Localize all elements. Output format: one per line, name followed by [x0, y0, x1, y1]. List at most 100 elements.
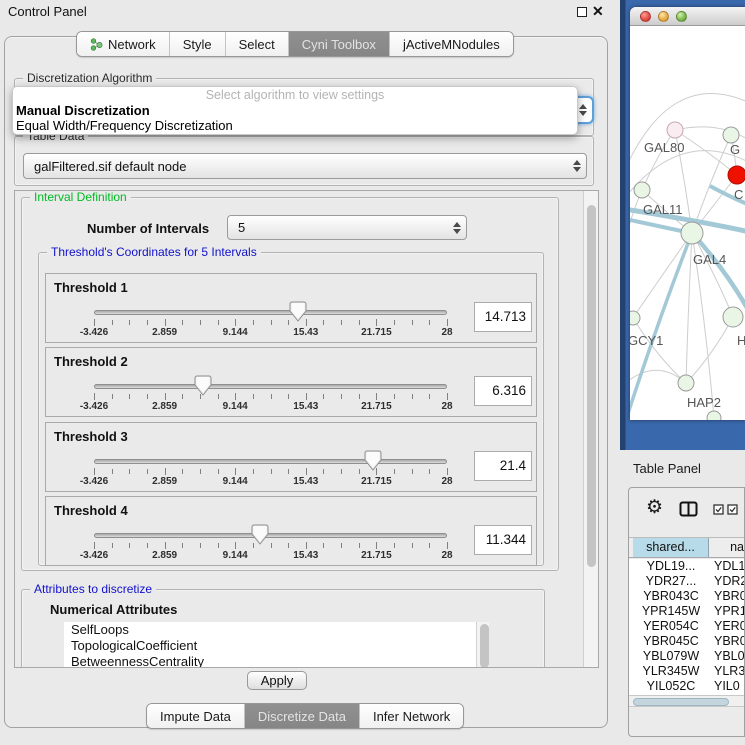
- tab-label: jActiveMNodules: [403, 37, 500, 52]
- threshold-label: Threshold 1: [54, 280, 128, 295]
- cell-shared-name: YBL079W: [633, 649, 709, 664]
- tick-label: 2.859: [152, 327, 177, 338]
- network-node[interactable]: [681, 222, 703, 244]
- tab-label: Select: [239, 37, 275, 52]
- network-window: GAL80GCGAL11GAL4GCY1HHAP2: [630, 7, 745, 420]
- table-row[interactable]: YDR27...YDR2: [629, 574, 744, 589]
- checkbox-icons[interactable]: [713, 504, 738, 515]
- table-row[interactable]: YPR145W YPR1: [629, 604, 744, 619]
- threshold-slider-track[interactable]: [94, 459, 447, 464]
- interval-definition-group: Interval Definition Number of Intervals …: [21, 197, 559, 571]
- table-row[interactable]: YIL052C YIL0: [629, 679, 744, 694]
- tab-discretize-data[interactable]: Discretize Data: [245, 704, 360, 728]
- tab-cyni-toolbox[interactable]: Cyni Toolbox: [289, 32, 390, 56]
- cell-shared-name: YBR043C: [633, 589, 709, 604]
- number-of-intervals-combobox[interactable]: 5: [227, 215, 467, 240]
- cell-shared-name: YLR345W: [633, 664, 709, 679]
- table-row[interactable]: YER054CYER0: [629, 619, 744, 634]
- network-node[interactable]: [678, 375, 694, 391]
- close-traffic-light-icon[interactable]: [640, 11, 651, 22]
- tick-label: 15.43: [293, 327, 318, 338]
- table-row[interactable]: YBR043CYBR0: [629, 589, 744, 604]
- tab-network[interactable]: Network: [77, 32, 170, 56]
- minimize-traffic-light-icon[interactable]: [658, 11, 669, 22]
- network-edge: [633, 233, 692, 318]
- threshold-label: Threshold 2: [54, 354, 128, 369]
- dropdown-hint: Select algorithm to view settings: [13, 87, 577, 103]
- slider-ticks: [94, 393, 447, 401]
- table-data-group: Table Data galFiltered.sif default node: [14, 136, 594, 186]
- tab-jactivemnodules[interactable]: jActiveMNodules: [390, 32, 513, 56]
- cell-name: YPR1: [714, 604, 744, 619]
- tab-style[interactable]: Style: [170, 32, 226, 56]
- tick-label: 28: [441, 550, 452, 561]
- tick-label: -3.426: [80, 550, 108, 561]
- gear-icon[interactable]: ⚙: [646, 496, 663, 519]
- attribute-item[interactable]: TopologicalCoefficient: [64, 638, 476, 654]
- network-canvas[interactable]: GAL80GCGAL11GAL4GCY1HHAP2: [630, 26, 745, 420]
- tick-label: 2.859: [152, 401, 177, 412]
- table-row[interactable]: YLR345W YLR3: [629, 664, 744, 679]
- close-icon[interactable]: ✕: [592, 3, 604, 20]
- tab-label: Style: [183, 37, 212, 52]
- network-view-frame: GAL80GCGAL11GAL4GCY1HHAP2: [620, 0, 745, 450]
- dropdown-option[interactable]: Equal Width/Frequency Discretization: [13, 118, 577, 133]
- tab-impute-data[interactable]: Impute Data: [147, 704, 245, 728]
- threshold-value-field[interactable]: 21.4: [474, 451, 532, 481]
- cell-shared-name: YPR145W: [633, 604, 709, 619]
- threshold-slider-track[interactable]: [94, 310, 447, 315]
- table-horizontal-scrollbar[interactable]: [629, 695, 744, 707]
- tick-label: -3.426: [80, 327, 108, 338]
- float-window-icon[interactable]: [577, 7, 587, 17]
- network-window-titlebar[interactable]: [630, 7, 745, 26]
- cell-name: YDR2: [714, 574, 744, 589]
- apply-button[interactable]: Apply: [247, 671, 307, 690]
- column-header-name[interactable]: na: [710, 538, 744, 557]
- threshold-value-field[interactable]: 11.344: [474, 525, 532, 555]
- network-edge: [642, 130, 675, 190]
- attribute-item[interactable]: SelfLoops: [64, 622, 476, 638]
- network-node[interactable]: [723, 307, 743, 327]
- cell-name: YLR3: [714, 664, 744, 679]
- settings-vertical-scrollbar[interactable]: [583, 191, 598, 668]
- cell-shared-name: YIL052C: [633, 679, 709, 694]
- group-title: Discretization Algorithm: [23, 71, 156, 85]
- table-data-combobox[interactable]: galFiltered.sif default node: [23, 153, 587, 179]
- table-panel: ⚙ shared... na YDL19...YDL1YDR27...YDR2Y…: [628, 487, 745, 737]
- threshold-slider-track[interactable]: [94, 533, 447, 538]
- tab-label: Discretize Data: [258, 709, 346, 724]
- column-header-shared[interactable]: shared...: [633, 538, 709, 557]
- network-node[interactable]: [723, 127, 739, 143]
- table-row[interactable]: YBL079WYBL0: [629, 649, 744, 664]
- zoom-traffic-light-icon[interactable]: [676, 11, 687, 22]
- slider-tick-labels: -3.4262.8599.14415.4321.71528: [94, 401, 447, 412]
- threshold-box: Threshold 1 -3.4262.8599.14415.4321.7152…: [45, 273, 537, 343]
- node-label: HAP2: [687, 395, 721, 410]
- threshold-label: Threshold 4: [54, 503, 128, 518]
- tick-label: 28: [441, 476, 452, 487]
- attributes-list-scrollbar[interactable]: [476, 622, 489, 668]
- split-table-icon[interactable]: [679, 501, 698, 522]
- cell-name: YIL0: [714, 679, 744, 694]
- tick-label: 21.715: [361, 550, 392, 561]
- attribute-item[interactable]: BetweennessCentrality: [64, 654, 476, 668]
- threshold-slider-track[interactable]: [94, 384, 447, 389]
- network-node[interactable]: [707, 411, 721, 420]
- threshold-value-field[interactable]: 14.713: [474, 302, 532, 332]
- network-node[interactable]: [728, 166, 745, 184]
- network-node[interactable]: [634, 182, 650, 198]
- table-row[interactable]: YDL19...YDL1: [629, 559, 744, 574]
- dropdown-option[interactable]: Manual Discretization: [13, 103, 577, 118]
- tick-label: 9.144: [223, 476, 248, 487]
- numerical-attributes-list[interactable]: SelfLoopsTopologicalCoefficientBetweenne…: [64, 622, 476, 668]
- cell-name: YBR0: [714, 634, 744, 649]
- group-title: Threshold's Coordinates for 5 Intervals: [47, 245, 261, 259]
- tab-infer-network[interactable]: Infer Network: [360, 704, 463, 728]
- network-node[interactable]: [667, 122, 683, 138]
- tab-select[interactable]: Select: [226, 32, 289, 56]
- network-node[interactable]: [630, 311, 640, 325]
- threshold-value-field[interactable]: 6.316: [474, 376, 532, 406]
- table-row[interactable]: YBR045CYBR0: [629, 634, 744, 649]
- cell-shared-name: YDL19...: [633, 559, 709, 574]
- tick-label: -3.426: [80, 476, 108, 487]
